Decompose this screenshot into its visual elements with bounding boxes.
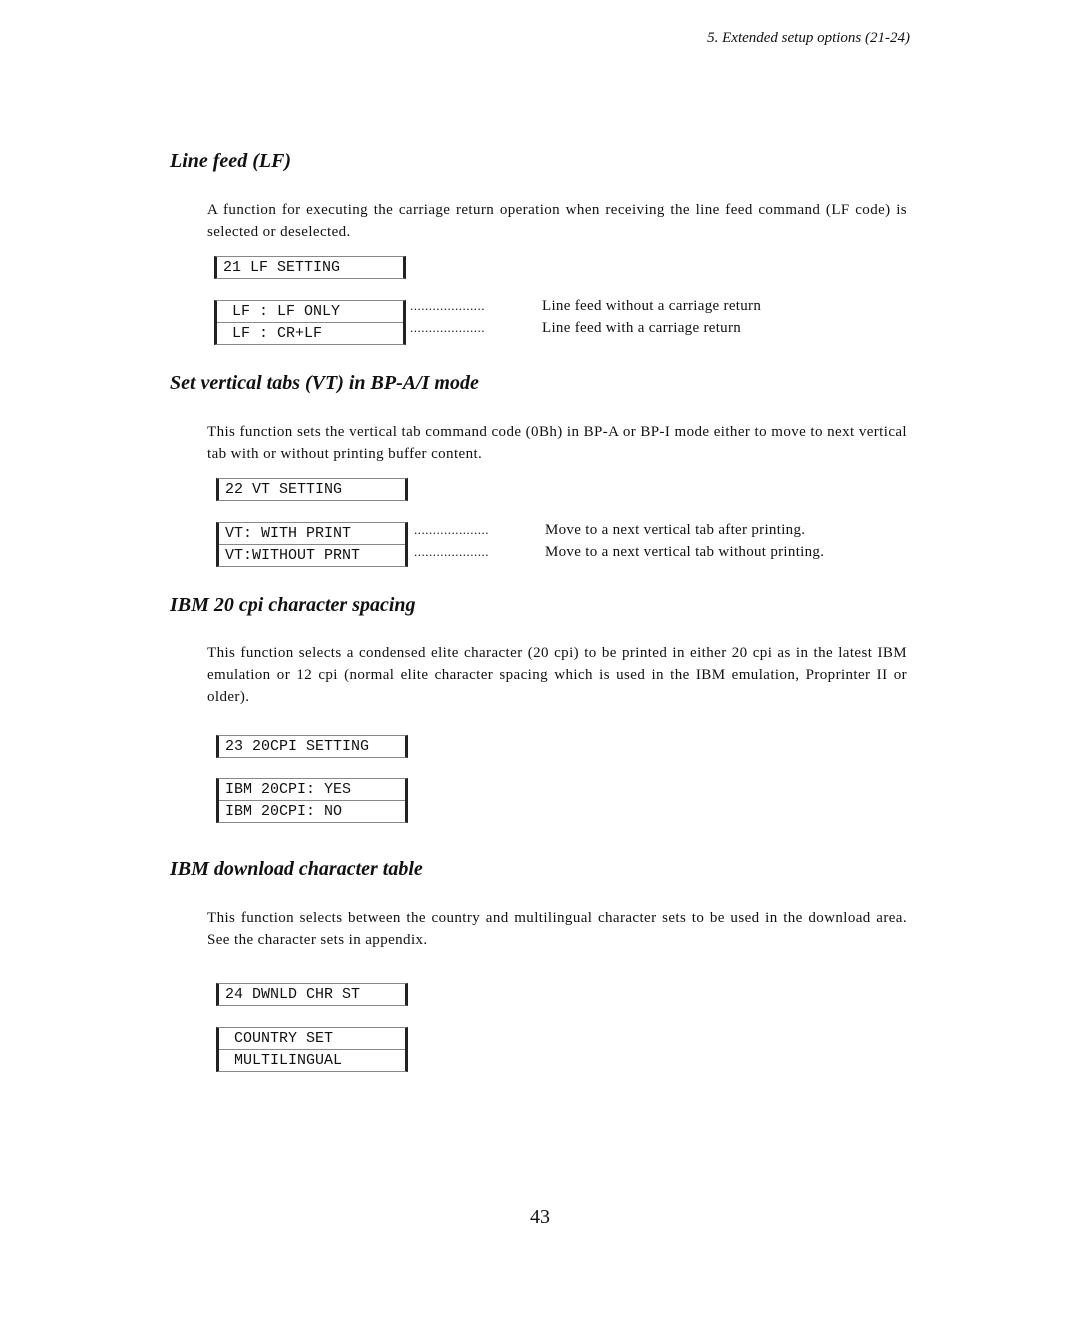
section-heading: IBM download character table xyxy=(170,858,423,880)
leader-dots: .................... xyxy=(414,522,489,537)
leader-dots: .................... xyxy=(414,544,489,559)
section-text: This function selects between the countr… xyxy=(207,910,907,948)
option-description: Line feed without a carriage return xyxy=(542,298,762,314)
setting-box: 22 VT SETTING xyxy=(216,478,408,501)
options-box: IBM 20CPI: YES IBM 20CPI: NO xyxy=(216,778,408,823)
section-text: This function sets the vertical tab comm… xyxy=(207,424,907,462)
leader-dots: .................... xyxy=(410,320,485,335)
option: LF : CR+LF xyxy=(217,322,403,344)
setting-label: 22 VT SETTING xyxy=(225,481,343,498)
setting-box: 23 20CPI SETTING xyxy=(216,735,408,758)
option: LF : LF ONLY xyxy=(223,303,341,320)
section-heading: Set vertical tabs (VT) in BP-A/I mode xyxy=(170,372,479,394)
option: IBM 20CPI: NO xyxy=(219,800,405,822)
section-text: This function selects a condensed elite … xyxy=(207,645,907,705)
setting-box: 24 DWNLD CHR ST xyxy=(216,983,408,1006)
option-description: Move to a next vertical tab after printi… xyxy=(545,522,806,538)
option: VT: WITH PRINT xyxy=(225,525,352,542)
option: IBM 20CPI: YES xyxy=(225,781,352,798)
option: COUNTRY SET xyxy=(225,1030,334,1047)
running-header: 5. Extended setup options (21-24) xyxy=(707,30,910,46)
option-description: Line feed with a carriage return xyxy=(542,320,742,336)
option: VT:WITHOUT PRNT xyxy=(219,544,405,566)
section-heading: Line feed (LF) xyxy=(170,150,292,172)
setting-label: 21 LF SETTING xyxy=(223,259,341,276)
section-heading: IBM 20 cpi character spacing xyxy=(170,594,416,616)
setting-label: 23 20CPI SETTING xyxy=(225,738,370,755)
options-box: COUNTRY SET MULTILINGUAL xyxy=(216,1027,408,1072)
setting-label: 24 DWNLD CHR ST xyxy=(225,986,361,1003)
option-description: Move to a next vertical tab without prin… xyxy=(545,544,825,560)
options-box: VT: WITH PRINT VT:WITHOUT PRNT xyxy=(216,522,408,567)
options-box: LF : LF ONLY LF : CR+LF xyxy=(214,300,406,345)
document-page: 5. Extended setup options (21-24) Line f… xyxy=(0,0,1080,1321)
section-text: A function for executing the carriage re… xyxy=(207,202,907,240)
setting-box: 21 LF SETTING xyxy=(214,256,406,279)
page-number: 43 xyxy=(530,1206,550,1228)
leader-dots: .................... xyxy=(410,298,485,313)
option: MULTILINGUAL xyxy=(219,1049,405,1071)
